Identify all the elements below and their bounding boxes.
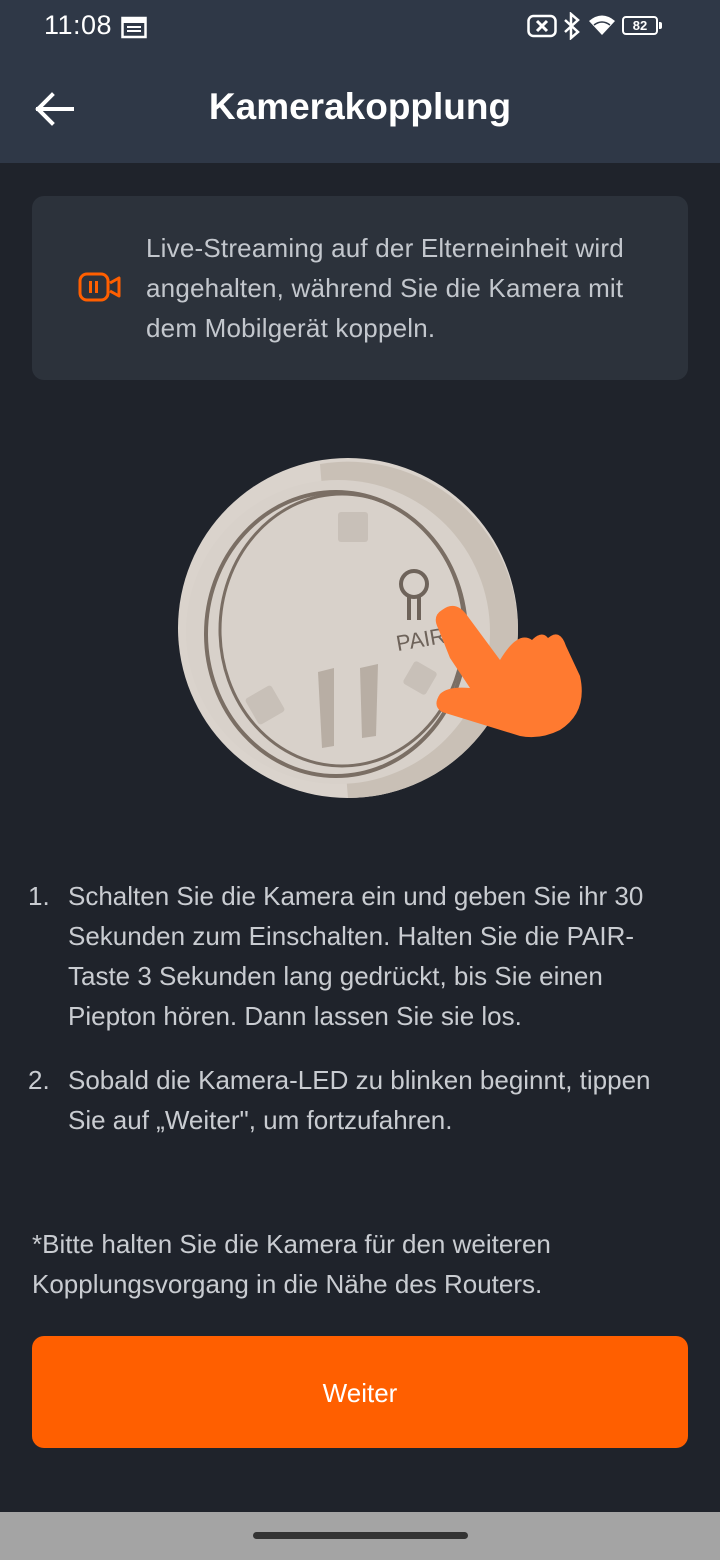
status-bar: 11:08 82 xyxy=(0,0,720,54)
status-time: 11:08 xyxy=(44,10,113,40)
info-notice: Live-Streaming auf der Elterneinheit wir… xyxy=(32,196,688,380)
bluetooth-icon xyxy=(564,12,580,40)
wifi-icon xyxy=(589,15,615,35)
notice-text: Live-Streaming auf der Elterneinheit wir… xyxy=(146,233,624,343)
camera-paused-icon xyxy=(78,272,121,302)
system-nav-bar xyxy=(0,1512,720,1560)
sim-off-icon xyxy=(527,14,557,38)
battery-tip xyxy=(659,22,662,29)
list-item: 2. Sobald die Kamera-LED zu blinken begi… xyxy=(28,1060,668,1140)
step-text: Sobald die Kamera-LED zu blinken beginnt… xyxy=(68,1065,651,1135)
step-number: 1. xyxy=(28,881,50,911)
app-header: 11:08 82 Kamerakopplung xyxy=(0,0,720,163)
calendar-icon xyxy=(121,16,147,39)
home-indicator[interactable] xyxy=(253,1532,468,1539)
page-title: Kamerakopplung xyxy=(208,86,512,127)
instruction-list: 1. Schalten Sie die Kamera ein und geben… xyxy=(28,876,668,1164)
step-text: Schalten Sie die Kamera ein und geben Si… xyxy=(68,881,644,1031)
camera-pair-illustration: PAIR xyxy=(178,458,582,798)
step-number: 2. xyxy=(28,1065,50,1095)
footnote: *Bitte halten Sie die Kamera für den wei… xyxy=(32,1229,551,1299)
battery-level: 82 xyxy=(632,18,648,33)
list-item: 1. Schalten Sie die Kamera ein und geben… xyxy=(28,876,668,1036)
continue-button[interactable]: Weiter xyxy=(32,1336,688,1448)
battery-icon: 82 xyxy=(622,16,658,35)
